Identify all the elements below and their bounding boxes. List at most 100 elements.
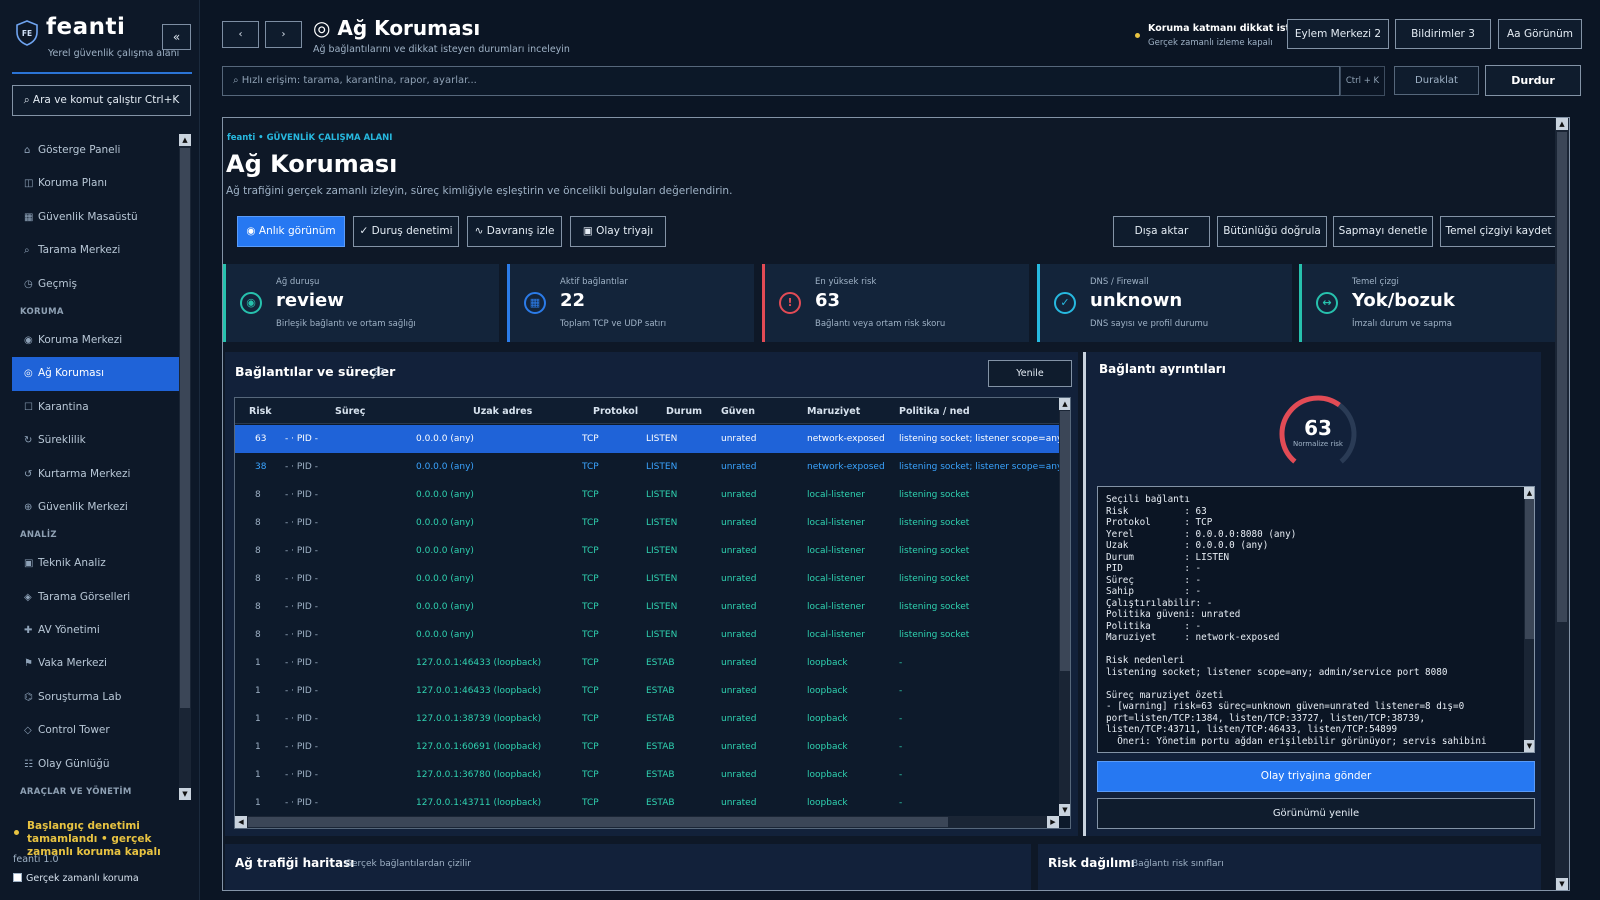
scroll-up-icon[interactable]: ▲ bbox=[179, 134, 191, 146]
guvenlik-merkezi-icon: ⊕ bbox=[24, 501, 33, 513]
table-row[interactable]: 1 - · PID - 127.0.0.1:36780 (loopback) TCP E… bbox=[235, 761, 1059, 789]
sidebar-scrollbar[interactable]: ▲ ▼ bbox=[179, 134, 191, 800]
cell-remote: 127.0.0.1:38739 (loopback) bbox=[416, 714, 542, 724]
details-scrollbar[interactable]: ▲ ▼ bbox=[1524, 487, 1534, 752]
details-textbox[interactable]: Seçili bağlantı Risk : 63 Protokol : TCP… bbox=[1097, 486, 1535, 753]
scroll-down-icon[interactable]: ▼ bbox=[1524, 740, 1534, 752]
realtime-protection-checkbox[interactable]: Gerçek zamanlı koruma bbox=[13, 873, 139, 884]
export-button[interactable]: Dışa aktar bbox=[1113, 216, 1210, 247]
table-row[interactable]: 38 - · PID - 0.0.0.0 (any) TCP LISTEN unrated… bbox=[235, 453, 1059, 481]
sidebar-item-guvenlik-masaustu[interactable]: ▦ Güvenlik Masaüstü bbox=[12, 201, 179, 234]
sidebar-item-ag-korumasi[interactable]: ◎ Ağ Koruması bbox=[12, 357, 179, 391]
table-row[interactable]: 8 - · PID - 0.0.0.0 (any) TCP LISTEN unrated l… bbox=[235, 565, 1059, 593]
table-row[interactable]: 1 - · PID - 127.0.0.1:46433 (loopback) TCP E… bbox=[235, 649, 1059, 677]
appearance-button[interactable]: Aa Görünüm bbox=[1498, 19, 1582, 49]
stop-button[interactable]: Durdur bbox=[1485, 65, 1581, 96]
table-row[interactable]: 63 - · PID - 0.0.0.0 (any) TCP LISTEN unrated… bbox=[235, 425, 1059, 453]
active-connections-card: ▦ Aktif bağlantılar 22 Toplam TCP ve UDP sa… bbox=[507, 264, 754, 342]
table-row[interactable]: 8 - · PID - 0.0.0.0 (any) TCP LISTEN unrated l… bbox=[235, 593, 1059, 621]
cell-remote: 127.0.0.1:46433 (loopback) bbox=[416, 686, 542, 696]
sidebar-item-tarama-merkezi[interactable]: ⌕ Tarama Merkezi bbox=[12, 234, 179, 267]
forward-button[interactable]: › bbox=[265, 21, 302, 48]
nav-section-araclar-ve-yonetim: ARAÇLAR VE YÖNETİM bbox=[20, 787, 132, 798]
table-row[interactable]: 8 - · PID - 0.0.0.0 (any) TCP LISTEN unrated l… bbox=[235, 509, 1059, 537]
send-to-triage-button[interactable]: Olay triyajına gönder bbox=[1097, 761, 1535, 792]
sidebar-item-label: Koruma Merkezi bbox=[38, 333, 123, 346]
scroll-up-icon[interactable]: ▲ bbox=[1059, 398, 1070, 410]
posture-audit-button[interactable]: ✓ Duruş denetimi bbox=[353, 216, 459, 247]
quick-search-input[interactable]: ⌕ Hızlı erişim: tarama, karantina, rapor… bbox=[222, 66, 1340, 96]
scroll-down-icon[interactable]: ▼ bbox=[1556, 878, 1568, 890]
scroll-left-icon[interactable]: ◀ bbox=[235, 816, 247, 828]
pause-button[interactable]: Duraklat bbox=[1394, 66, 1479, 95]
back-button[interactable]: ‹ bbox=[222, 21, 259, 48]
checkbox-icon[interactable] bbox=[13, 873, 22, 882]
scroll-thumb[interactable] bbox=[1060, 411, 1070, 671]
command-search-button[interactable]: ⌕ Ara ve komut çalıştır Ctrl+K bbox=[12, 85, 191, 116]
sidebar-item-olay-gunlugu[interactable]: ☷ Olay Günlüğü bbox=[12, 748, 179, 781]
table-row[interactable]: 1 - · PID - 127.0.0.1:46433 (loopback) TCP E… bbox=[235, 677, 1059, 705]
table-row[interactable]: 8 - · PID - 0.0.0.0 (any) TCP LISTEN unrated l… bbox=[235, 621, 1059, 649]
refresh-button[interactable]: Yenile bbox=[988, 360, 1072, 387]
column-header-protokol[interactable]: Protokol bbox=[593, 406, 638, 417]
sidebar-item-gecmis[interactable]: ◷ Geçmiş bbox=[12, 268, 179, 301]
scroll-thumb[interactable] bbox=[180, 148, 190, 708]
sidebar-item-sorusturma-lab[interactable]: ⌬ Soruşturma Lab bbox=[12, 681, 179, 714]
main-scrollbar[interactable]: ▲ ▼ bbox=[1555, 118, 1569, 890]
column-header-risk[interactable]: Risk bbox=[249, 406, 272, 417]
scroll-down-icon[interactable]: ▼ bbox=[1059, 804, 1070, 816]
sidebar-item-kurtarma-merkezi[interactable]: ↺ Kurtarma Merkezi bbox=[12, 458, 179, 491]
save-baseline-button[interactable]: Temel çizgiyi kaydet bbox=[1440, 216, 1557, 247]
table-row[interactable]: 1 - · PID - 127.0.0.1:60691 (loopback) TCP E… bbox=[235, 733, 1059, 761]
sidebar-item-guvenlik-merkezi[interactable]: ⊕ Güvenlik Merkezi bbox=[12, 491, 179, 524]
scroll-right-icon[interactable]: ▶ bbox=[1047, 816, 1059, 828]
table-vertical-scrollbar[interactable]: ▲ ▼ bbox=[1059, 398, 1070, 816]
table-row[interactable]: 1 - · PID - 127.0.0.1:43711 (loopback) TCP E… bbox=[235, 789, 1059, 815]
verify-integrity-button[interactable]: Bütünlüğü doğrula bbox=[1217, 216, 1327, 247]
scroll-thumb[interactable] bbox=[1557, 132, 1567, 622]
collapse-sidebar-button[interactable]: « bbox=[162, 24, 191, 50]
behavior-watch-button[interactable]: ∿ Davranış izle bbox=[467, 216, 562, 247]
sidebar-item-tarama-gorselleri[interactable]: ◈ Tarama Görselleri bbox=[12, 581, 179, 614]
scroll-thumb[interactable] bbox=[1525, 499, 1534, 639]
table-horizontal-scrollbar[interactable]: ◀ ▶ bbox=[235, 816, 1059, 828]
sidebar-item-vaka-merkezi[interactable]: ⚑ Vaka Merkezi bbox=[12, 647, 179, 680]
cell-process: - · PID - bbox=[285, 602, 318, 612]
scroll-down-icon[interactable]: ▼ bbox=[179, 788, 191, 800]
sidebar-item-teknik-analiz[interactable]: ▣ Teknik Analiz bbox=[12, 547, 179, 580]
column-header-surec[interactable]: Süreç bbox=[335, 406, 365, 417]
table-row[interactable]: 1 - · PID - 127.0.0.1:38739 (loopback) TCP E… bbox=[235, 705, 1059, 733]
koruma-merkezi-icon: ◉ bbox=[24, 334, 33, 346]
column-header-durum[interactable]: Durum bbox=[666, 406, 702, 417]
sidebar-item-control-tower[interactable]: ◇ Control Tower bbox=[12, 714, 179, 747]
view-snapshot-button[interactable]: ◉ Anlık görünüm bbox=[237, 216, 345, 247]
sidebar-item-koruma-plani[interactable]: ◫ Koruma Planı bbox=[12, 167, 179, 200]
cell-state: LISTEN bbox=[646, 574, 678, 584]
cell-risk: 8 bbox=[255, 546, 261, 556]
sidebar-item-koruma-merkezi[interactable]: ◉ Koruma Merkezi bbox=[12, 324, 179, 357]
scroll-up-icon[interactable]: ▲ bbox=[1556, 118, 1568, 130]
cell-exposure: local-listener bbox=[807, 490, 865, 500]
sidebar-item-sureklilik[interactable]: ↻ Süreklilik bbox=[12, 424, 179, 457]
card-subtitle: İmzalı durum ve sapma bbox=[1352, 319, 1453, 329]
table-row[interactable]: 8 - · PID - 0.0.0.0 (any) TCP LISTEN unrated l… bbox=[235, 481, 1059, 509]
sidebar-item-gosterge-paneli[interactable]: ⌂ Gösterge Paneli bbox=[12, 134, 179, 167]
incident-triage-button[interactable]: ▣ Olay triyajı bbox=[570, 216, 666, 247]
column-header-maruziyet[interactable]: Maruziyet bbox=[807, 406, 860, 417]
column-header-uzak-adres[interactable]: Uzak adres bbox=[473, 406, 532, 417]
notifications-button[interactable]: Bildirimler 3 bbox=[1395, 19, 1491, 49]
cell-proto: TCP bbox=[582, 630, 599, 640]
action-center-button[interactable]: Eylem Merkezi 2 bbox=[1287, 19, 1389, 49]
baseline-card: ↔ Temel çizgi Yok/bozuk İmzalı durum ve sap… bbox=[1299, 264, 1557, 342]
column-header-politika-ned[interactable]: Politika / ned bbox=[899, 406, 970, 417]
cell-process: - · PID - bbox=[285, 714, 318, 724]
sidebar-item-av-yonetimi[interactable]: ✚ AV Yönetimi bbox=[12, 614, 179, 647]
scroll-thumb[interactable] bbox=[248, 817, 948, 827]
check-drift-button[interactable]: Sapmayı denetle bbox=[1333, 216, 1433, 247]
table-row[interactable]: 8 - · PID - 0.0.0.0 (any) TCP LISTEN unrated l… bbox=[235, 537, 1059, 565]
scroll-up-icon[interactable]: ▲ bbox=[1524, 487, 1534, 499]
column-header-guven[interactable]: Güven bbox=[721, 406, 755, 417]
refresh-view-button[interactable]: Görünümü yenile bbox=[1097, 798, 1535, 829]
sidebar-item-karantina[interactable]: ☐ Karantina bbox=[12, 391, 179, 424]
cell-trust: unrated bbox=[721, 602, 757, 612]
